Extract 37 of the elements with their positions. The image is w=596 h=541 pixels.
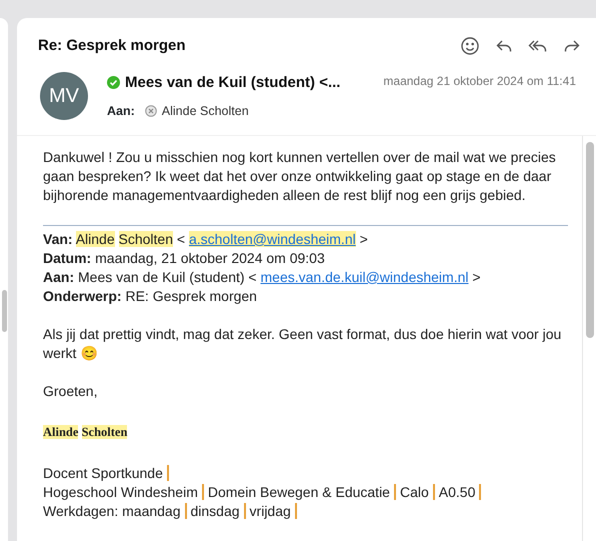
signature-name-word: Scholten	[82, 424, 128, 439]
signature-text: dinsdag	[190, 502, 246, 519]
signature-text: Werkdagen: maandag	[43, 502, 186, 519]
header-label: Aan:	[43, 268, 74, 285]
sender-name: Mees van de Kuil (student) <...	[125, 72, 340, 92]
header-text: >	[360, 230, 368, 247]
signature-text: vrijdag	[250, 502, 297, 519]
header-text: <	[176, 230, 186, 247]
header-label: Onderwerp:	[43, 288, 122, 304]
header-label: Van:	[43, 230, 73, 247]
signature-text: A0.50	[438, 484, 482, 500]
sender-avatar: MV	[40, 72, 88, 120]
email-link[interactable]: a.scholten@windesheim.nl	[188, 230, 356, 247]
header-text: Mees van de Kuil (student) <	[78, 268, 257, 285]
message-subject: Re: Gesprek morgen	[38, 36, 186, 56]
scrollbar-thumb[interactable]	[2, 290, 7, 332]
smiley-icon[interactable]	[460, 36, 480, 56]
email-link[interactable]: mees.van.de.kuil@windesheim.nl	[260, 268, 468, 285]
signature-name-word: Alinde	[43, 424, 78, 439]
highlighted-text: Scholten	[118, 230, 173, 247]
recipient-name[interactable]: Alinde Scholten	[162, 102, 249, 121]
signature-text: Docent Sportkunde	[43, 464, 169, 481]
header-text: RE: Gesprek morgen	[125, 288, 257, 304]
message-text: Dankuwel ! Zou u misschien nog kort kunnen vertellen over de mail wat we precies gaan bespreken? Ik weet dat het over onze ontwikkeling gaat op stage en de daar bijhorende managementvaardigheden alleen de rest blijf nog een grijs gebied.	[43, 148, 557, 205]
recipient-label: Aan:	[107, 103, 135, 120]
header-text: >	[472, 268, 481, 285]
message-date: maandag 21 oktober 2024 om 11:41	[383, 72, 576, 90]
header-text: maandag, 21 oktober 2024 om 09:03	[95, 250, 325, 266]
signature-text: Hogeschool Windesheim	[43, 484, 204, 500]
highlighted-text: Alinde	[76, 230, 115, 247]
message-text: Als jij dat prettig vindt, mag dat zeker. Geen vast format, dus doe hierin wat voor jou werkt 😊	[43, 324, 562, 363]
signature-text: Domein Bewegen & Educatie	[208, 484, 396, 500]
scrollbar-thumb[interactable]	[586, 142, 594, 338]
remove-icon[interactable]	[144, 105, 157, 118]
header-label: Datum:	[43, 250, 92, 266]
signature-text: Calo	[400, 484, 435, 500]
greeting-text: Groeten,	[43, 382, 98, 401]
